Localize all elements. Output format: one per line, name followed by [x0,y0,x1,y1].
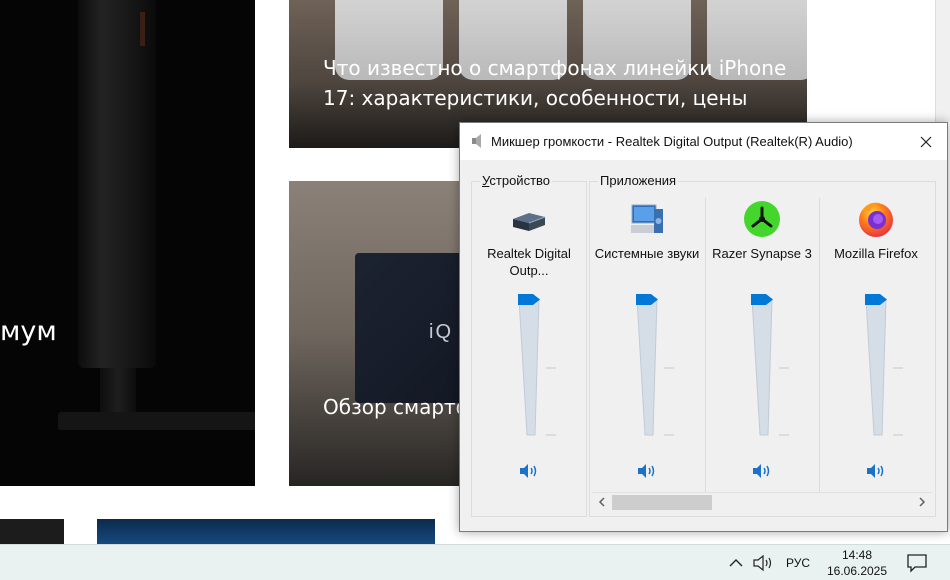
system-sounds-icon [631,204,663,233]
channel-firefox: Mozilla Firefox [819,195,933,495]
volume-mixer-window: Микшер громкости - Realtek Digital Outpu… [459,122,948,532]
channel-name: Mozilla Firefox [834,246,918,261]
scroll-right-icon[interactable] [915,496,929,508]
article-title-iphone[interactable]: Что известно о смартфонах линейки iPhone… [323,53,793,113]
volume-slider[interactable] [636,291,676,441]
applications-group-label: Приложения [598,173,679,188]
slider-thumb[interactable] [518,294,540,305]
slider-track [636,298,674,436]
article-image-brand: iQ [429,321,453,343]
slider-thumb[interactable] [636,294,658,305]
channel-name: Системные звуки [594,246,700,261]
speaker-volume-icon [867,464,884,478]
volume-slider[interactable] [518,291,558,441]
article-title-left[interactable]: мум [0,316,57,347]
article-image-base [58,412,255,430]
window-title: Микшер громкости - Realtek Digital Outpu… [491,134,853,149]
clock-time: 14:48 [841,548,873,562]
scrollbar-thumb[interactable] [612,495,712,510]
article-card-bottom-mid[interactable] [97,519,435,544]
slider-thumb[interactable] [865,294,887,305]
article-image-stand [78,0,156,368]
clock-date: 16.06.2025 [826,564,888,578]
mute-button[interactable] [636,461,658,481]
close-button[interactable] [905,123,947,160]
notification-icon[interactable] [906,553,928,573]
speaker-device-icon [513,213,546,231]
volume-slider[interactable] [865,291,905,441]
channel-name: Realtek Digital Outp... [487,246,571,278]
channel-device: Realtek Digital Outp... [472,195,586,495]
speaker-title-icon [472,134,481,148]
mute-button[interactable] [518,461,540,481]
mute-button[interactable] [865,461,887,481]
clock[interactable]: 14:48 16.06.2025 [826,547,888,579]
mute-button[interactable] [751,461,773,481]
razer-icon [744,201,780,237]
channel-system-sounds: Системные звуки [590,195,704,495]
screen: мум Что известно о смартфонах линейки iP… [0,0,950,580]
applications-scrollbar[interactable] [592,492,933,511]
slider-track [518,298,556,436]
speaker-volume-icon [520,464,537,478]
page-scrollbar[interactable] [935,0,950,122]
article-card-bottom-left[interactable] [0,519,64,544]
speaker-volume-icon [638,464,655,478]
slider-track [751,298,789,436]
volume-icon[interactable] [752,554,774,572]
channel-name: Razer Synapse 3 [712,246,812,261]
chevron-up-icon[interactable] [728,555,744,571]
title-bar[interactable]: Микшер громкости - Realtek Digital Outpu… [460,123,947,160]
firefox-icon [859,202,893,237]
volume-slider[interactable] [751,291,791,441]
channel-razer-synapse: Razer Synapse 3 [705,195,819,495]
close-icon [920,136,932,147]
slider-thumb[interactable] [751,294,773,305]
article-card-left[interactable]: мум [0,0,255,486]
article-image-detail [140,12,145,46]
language-indicator[interactable]: РУС [786,556,810,570]
speaker-volume-icon [753,464,770,478]
taskbar: РУС 14:48 16.06.2025 [0,544,950,580]
slider-track [865,298,903,436]
device-group-label: Устройство [480,173,553,188]
article-image-stem [100,368,136,414]
scroll-left-icon[interactable] [595,496,609,508]
